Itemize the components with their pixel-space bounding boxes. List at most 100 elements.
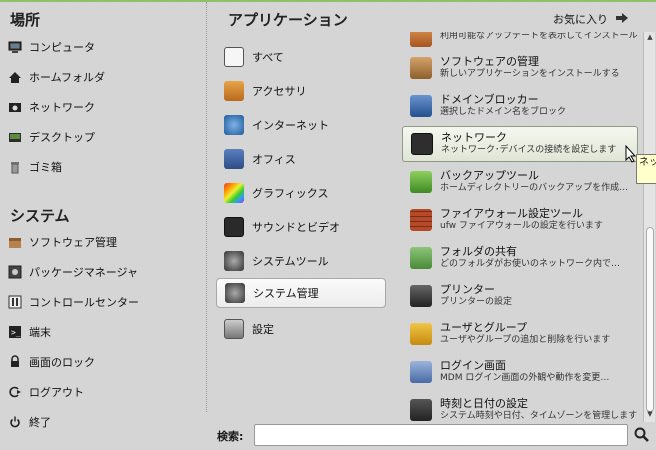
app-name: ネットワーク (441, 131, 507, 144)
app-users-groups[interactable]: ユーザとグループ ユーザやグループの追加と削除を行います (402, 316, 638, 352)
app-name: 時刻と日付の設定 (440, 397, 528, 410)
app-desc: ネットワーク･デバイスの接続を設定します (441, 145, 617, 155)
internet-icon (224, 115, 244, 135)
app-list: 利用可能なアップデートを表示してインストール ソフトウェアの管理 新しいアプリケー… (400, 32, 640, 427)
place-home[interactable]: ホームフォルダ (8, 65, 198, 89)
system-shutdown[interactable]: 終了 (8, 410, 198, 434)
favorites-button[interactable]: お気に入り (553, 11, 628, 27)
left-pane: 場所 コンピュータ ホームフォルダ ネットワーク デスクトップ ゴミ箱 システム… (0, 0, 206, 450)
graphics-icon (224, 183, 244, 203)
login-screen-icon (410, 361, 432, 383)
scrollbar-thumb[interactable] (646, 227, 654, 412)
app-time-date[interactable]: 時刻と日付の設定 システム時刻や日付、タイムゾーンを管理します (402, 392, 638, 427)
app-name: ユーザとグループ (440, 321, 528, 334)
category-label: インターネット (252, 119, 329, 132)
category-accessories[interactable]: アクセサリ (216, 76, 386, 106)
system-label: ログアウト (29, 386, 84, 399)
app-backup-tool[interactable]: バックアップツール ホームディレクトリーのバックアップを作成… (402, 164, 638, 200)
system-logout[interactable]: ログアウト (8, 380, 198, 404)
app-desc: 選択したドメイン名をブロック (440, 107, 567, 117)
system-label: 画面のロック (29, 356, 95, 369)
app-desc: どのフォルダがお使いのネットワーク内で… (440, 259, 621, 269)
app-desc: ユーザやグループの追加と削除を行います (440, 335, 611, 345)
domain-blocker-icon (410, 95, 432, 117)
system-tools-icon (224, 251, 244, 271)
system-terminal[interactable]: >_ 端末 (8, 320, 198, 344)
lock-icon (8, 355, 22, 369)
system-label: 終了 (29, 416, 51, 429)
home-icon (8, 70, 22, 84)
category-label: 設定 (252, 323, 274, 336)
app-list-scrollbar[interactable]: ▲ ▼ (643, 32, 655, 422)
app-desc: システム時刻や日付、タイムゾーンを管理します (440, 411, 638, 421)
category-label: システムツール (252, 255, 329, 268)
system-label: コントロールセンター (29, 296, 139, 309)
app-firewall[interactable]: ファイアウォール設定ツール ufw ファイアウォールの設定を行います (402, 202, 638, 238)
place-label: ネットワーク (29, 101, 95, 114)
app-desc: ufw ファイアウォールの設定を行います (440, 221, 603, 231)
app-desc: 新しいアプリケーションをインストールする (440, 69, 620, 79)
app-folder-share[interactable]: フォルダの共有 どのフォルダがお使いのネットワーク内で… (402, 240, 638, 276)
backup-icon (410, 171, 432, 193)
category-office[interactable]: オフィス (216, 144, 386, 174)
system-lock-screen[interactable]: 画面のロック (8, 350, 198, 374)
app-printer[interactable]: プリンター プリンターの設定 (402, 278, 638, 314)
printer-icon (410, 285, 432, 307)
app-software-manager[interactable]: ソフトウェアの管理 新しいアプリケーションをインストールする (402, 50, 638, 86)
folder-share-icon (410, 247, 432, 269)
category-internet[interactable]: インターネット (216, 110, 386, 140)
scroll-down-icon[interactable]: ▼ (645, 410, 655, 420)
app-name: ログイン画面 (440, 359, 506, 372)
place-network[interactable]: ネットワーク (8, 95, 198, 119)
settings-icon (224, 319, 244, 339)
app-domain-blocker[interactable]: ドメインブロッカー 選択したドメイン名をブロック (402, 88, 638, 124)
category-graphics[interactable]: グラフィックス (216, 178, 386, 208)
system-label: ソフトウェア管理 (29, 236, 117, 249)
app-name: ドメインブロッカー (440, 93, 539, 106)
network-icon (411, 133, 433, 155)
place-desktop[interactable]: デスクトップ (8, 125, 198, 149)
pane-divider (206, 2, 207, 412)
all-apps-icon (224, 47, 244, 67)
firewall-icon (410, 209, 432, 231)
app-network[interactable]: ネットワーク ネットワーク･デバイスの接続を設定します (402, 126, 638, 162)
scroll-up-icon[interactable]: ▲ (645, 33, 655, 43)
system-package-manager[interactable]: パッケージマネージャ (8, 260, 198, 284)
app-name: フォルダの共有 (440, 245, 517, 258)
category-label: システム管理 (253, 287, 319, 300)
system-software-manager[interactable]: ソフトウェア管理 (8, 230, 198, 254)
network-icon (8, 100, 22, 114)
place-computer[interactable]: コンピュータ (8, 35, 198, 59)
search-label: 検索: (217, 430, 244, 443)
system-label: パッケージマネージャ (29, 266, 139, 279)
app-desc: プリンターの設定 (440, 297, 513, 307)
update-manager-icon (410, 32, 432, 47)
search-icon[interactable] (633, 426, 651, 444)
category-label: グラフィックス (252, 187, 329, 200)
app-login-screen[interactable]: ログイン画面 MDM ログイン画面の外観や動作を変更… (402, 354, 638, 390)
desktop-icon (8, 130, 22, 144)
category-sound-video[interactable]: サウンドとビデオ (216, 212, 386, 242)
svg-text:>_: >_ (11, 328, 21, 337)
category-settings[interactable]: 設定 (216, 314, 386, 344)
place-trash[interactable]: ゴミ箱 (8, 155, 198, 179)
category-system-admin[interactable]: システム管理 (216, 278, 386, 308)
computer-icon (8, 40, 22, 54)
app-name: バックアップツール (440, 169, 539, 182)
category-label: オフィス (252, 153, 296, 166)
software-box-icon (410, 57, 432, 79)
software-manager-icon (8, 235, 22, 249)
system-label: 端末 (29, 326, 51, 339)
category-system-tools[interactable]: システムツール (216, 246, 386, 276)
logout-icon (8, 385, 22, 399)
control-center-icon (8, 295, 22, 309)
places-title: 場所 (10, 11, 41, 29)
system-control-center[interactable]: コントロールセンター (8, 290, 198, 314)
time-date-icon (410, 399, 432, 421)
category-all[interactable]: すべて (216, 42, 386, 72)
favorites-label: お気に入り (553, 13, 608, 26)
place-label: デスクトップ (29, 131, 95, 144)
search-input[interactable] (254, 424, 628, 446)
app-name: ファイアウォール設定ツール (440, 207, 583, 220)
tooltip: ネットワーク (636, 154, 656, 184)
